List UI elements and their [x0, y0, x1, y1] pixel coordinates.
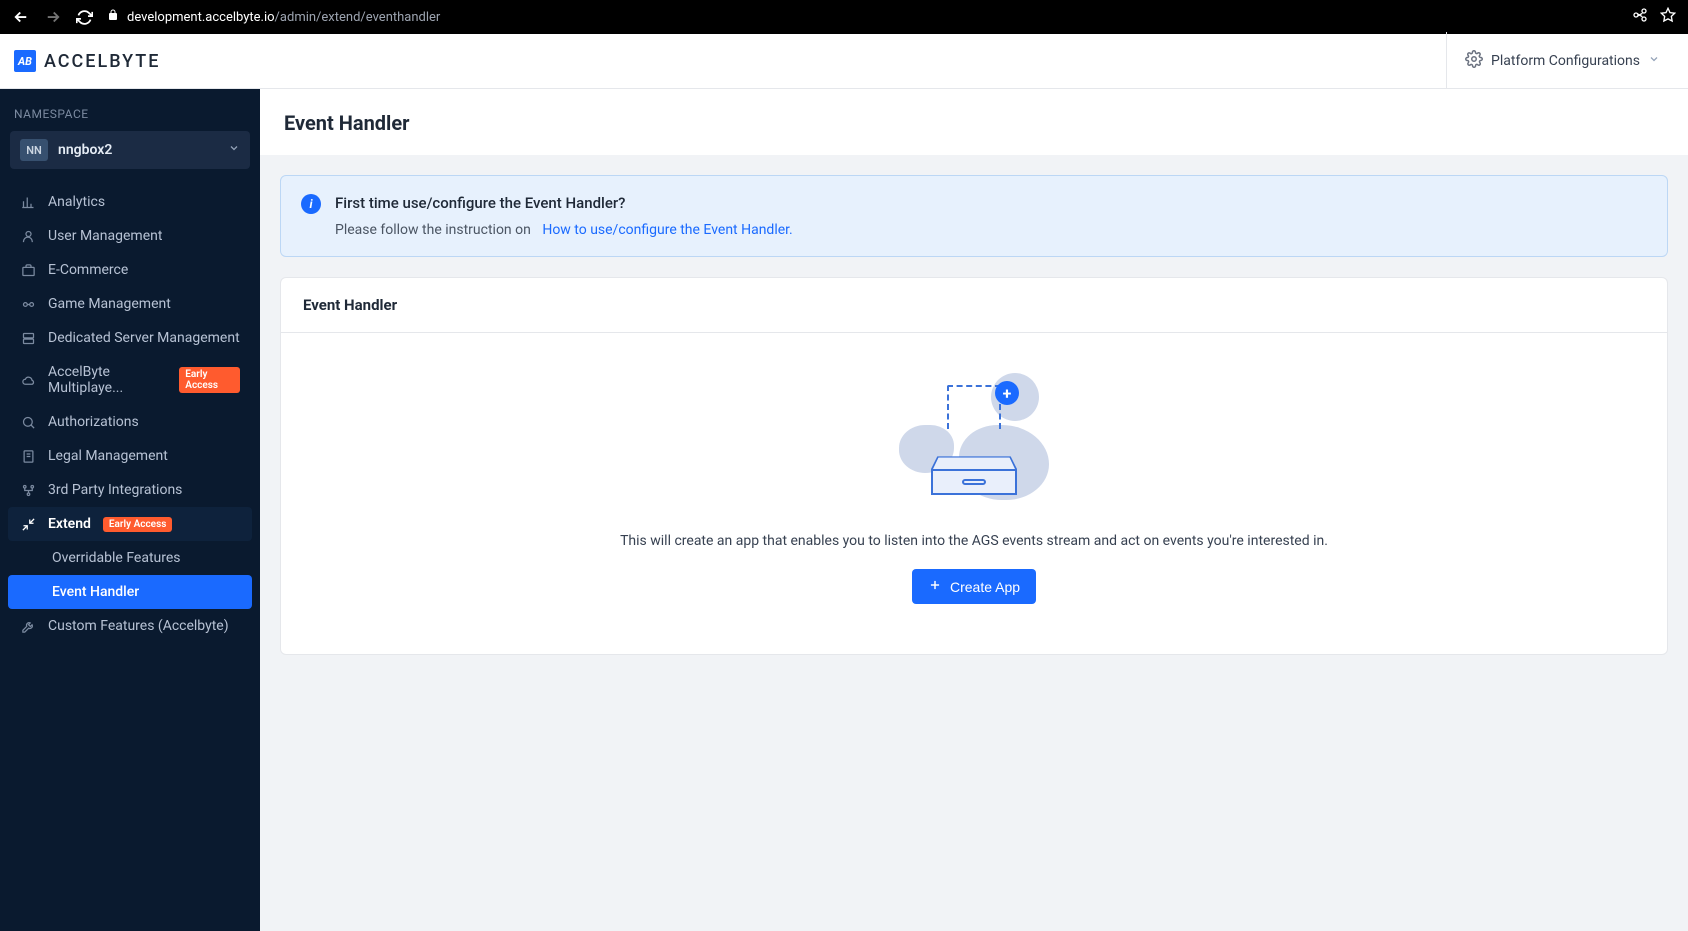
event-handler-card: Event Handler + This will create an app … [280, 277, 1668, 655]
sidebar-item-e-commerce[interactable]: E-Commerce [8, 253, 252, 287]
card-header: Event Handler [281, 278, 1667, 333]
url-text: development.accelbyte.io/admin/extend/ev… [127, 10, 440, 25]
share-icon[interactable] [1632, 7, 1648, 27]
early-access-badge: Early Access [179, 367, 240, 393]
sidebar-subitem-overridable-features[interactable]: Overridable Features [8, 541, 252, 575]
back-button[interactable] [12, 8, 30, 26]
integration-icon [20, 482, 36, 498]
sidebar-item-label: Analytics [48, 194, 105, 210]
platform-configurations-dropdown[interactable]: Platform Configurations [1446, 32, 1670, 90]
brand-name: ACCELBYTE [44, 51, 160, 72]
info-banner-link[interactable]: How to use/configure the Event Handler. [542, 222, 792, 238]
sidebar-item-label: User Management [48, 228, 162, 244]
namespace-selector[interactable]: NN nngbox2 [10, 131, 250, 169]
main-content: Event Handler i First time use/configure… [260, 89, 1688, 931]
page-title: Event Handler [260, 89, 1688, 155]
sidebar-item-dedicated-server-management[interactable]: Dedicated Server Management [8, 321, 252, 355]
cloud-icon [20, 372, 36, 388]
chevron-down-icon [228, 142, 240, 158]
address-bar[interactable]: development.accelbyte.io/admin/extend/ev… [107, 9, 1618, 25]
sidebar-item-label: Extend [48, 516, 91, 532]
sidebar-item-label: 3rd Party Integrations [48, 482, 182, 498]
sidebar-item-label: AccelByte Multiplaye... [48, 364, 167, 396]
create-app-label: Create App [950, 579, 1020, 595]
platform-configurations-label: Platform Configurations [1491, 53, 1640, 69]
sidebar-item-label: Custom Features (Accelbyte) [48, 618, 229, 634]
sidebar-item-analytics[interactable]: Analytics [8, 185, 252, 219]
sidebar-item-label: E-Commerce [48, 262, 128, 278]
reload-button[interactable] [76, 9, 93, 26]
sidebar-item-label: Legal Management [48, 448, 168, 464]
server-icon [20, 330, 36, 346]
sidebar: NAMESPACE NN nngbox2 Analytics User Manag… [0, 89, 260, 931]
key-icon [20, 414, 36, 430]
wrench-icon [20, 618, 36, 634]
info-banner-title: First time use/configure the Event Handl… [335, 194, 1647, 212]
chevron-down-icon [1648, 53, 1660, 69]
early-access-badge: Early Access [103, 517, 172, 532]
store-icon [20, 262, 36, 278]
browser-toolbar: development.accelbyte.io/admin/extend/ev… [0, 0, 1688, 34]
empty-state-illustration: + [899, 373, 1049, 503]
sidebar-item-label: Authorizations [48, 414, 139, 430]
gear-icon [1465, 50, 1483, 72]
namespace-badge: NN [20, 139, 48, 161]
namespace-name: nngbox2 [58, 142, 218, 158]
star-icon[interactable] [1660, 7, 1676, 27]
info-banner-subtitle: Please follow the instruction on How to … [335, 222, 1647, 238]
brand[interactable]: AB ACCELBYTE [14, 50, 160, 72]
sidebar-item-accelbyte-multiplaye[interactable]: AccelByte Multiplaye... Early Access [8, 355, 252, 405]
create-app-button[interactable]: Create App [912, 569, 1036, 604]
app-header: AB ACCELBYTE Platform Configurations [0, 34, 1688, 89]
extend-icon [20, 516, 36, 532]
brand-logo: AB [14, 50, 36, 72]
legal-icon [20, 448, 36, 464]
sidebar-item-label: Game Management [48, 296, 171, 312]
empty-state-text: This will create an app that enables you… [620, 533, 1328, 549]
user-icon [20, 228, 36, 244]
namespace-label: NAMESPACE [6, 107, 254, 131]
plus-icon: + [995, 381, 1019, 405]
game-icon [20, 296, 36, 312]
info-banner: i First time use/configure the Event Han… [280, 175, 1668, 257]
plus-icon [928, 578, 942, 595]
sidebar-item-legal-management[interactable]: Legal Management [8, 439, 252, 473]
sidebar-item-extend[interactable]: Extend Early Access [8, 507, 252, 541]
sidebar-item-label: Dedicated Server Management [48, 330, 240, 346]
sidebar-item-authorizations[interactable]: Authorizations [8, 405, 252, 439]
forward-button[interactable] [44, 8, 62, 26]
info-icon: i [301, 194, 321, 214]
sidebar-item-user-management[interactable]: User Management [8, 219, 252, 253]
sidebar-item-game-management[interactable]: Game Management [8, 287, 252, 321]
sidebar-subitem-event-handler[interactable]: Event Handler [8, 575, 252, 609]
analytics-icon [20, 194, 36, 210]
lock-icon [107, 9, 119, 25]
sidebar-item-custom-features-accelbyte[interactable]: Custom Features (Accelbyte) [8, 609, 252, 643]
sidebar-item-3rd-party-integrations[interactable]: 3rd Party Integrations [8, 473, 252, 507]
